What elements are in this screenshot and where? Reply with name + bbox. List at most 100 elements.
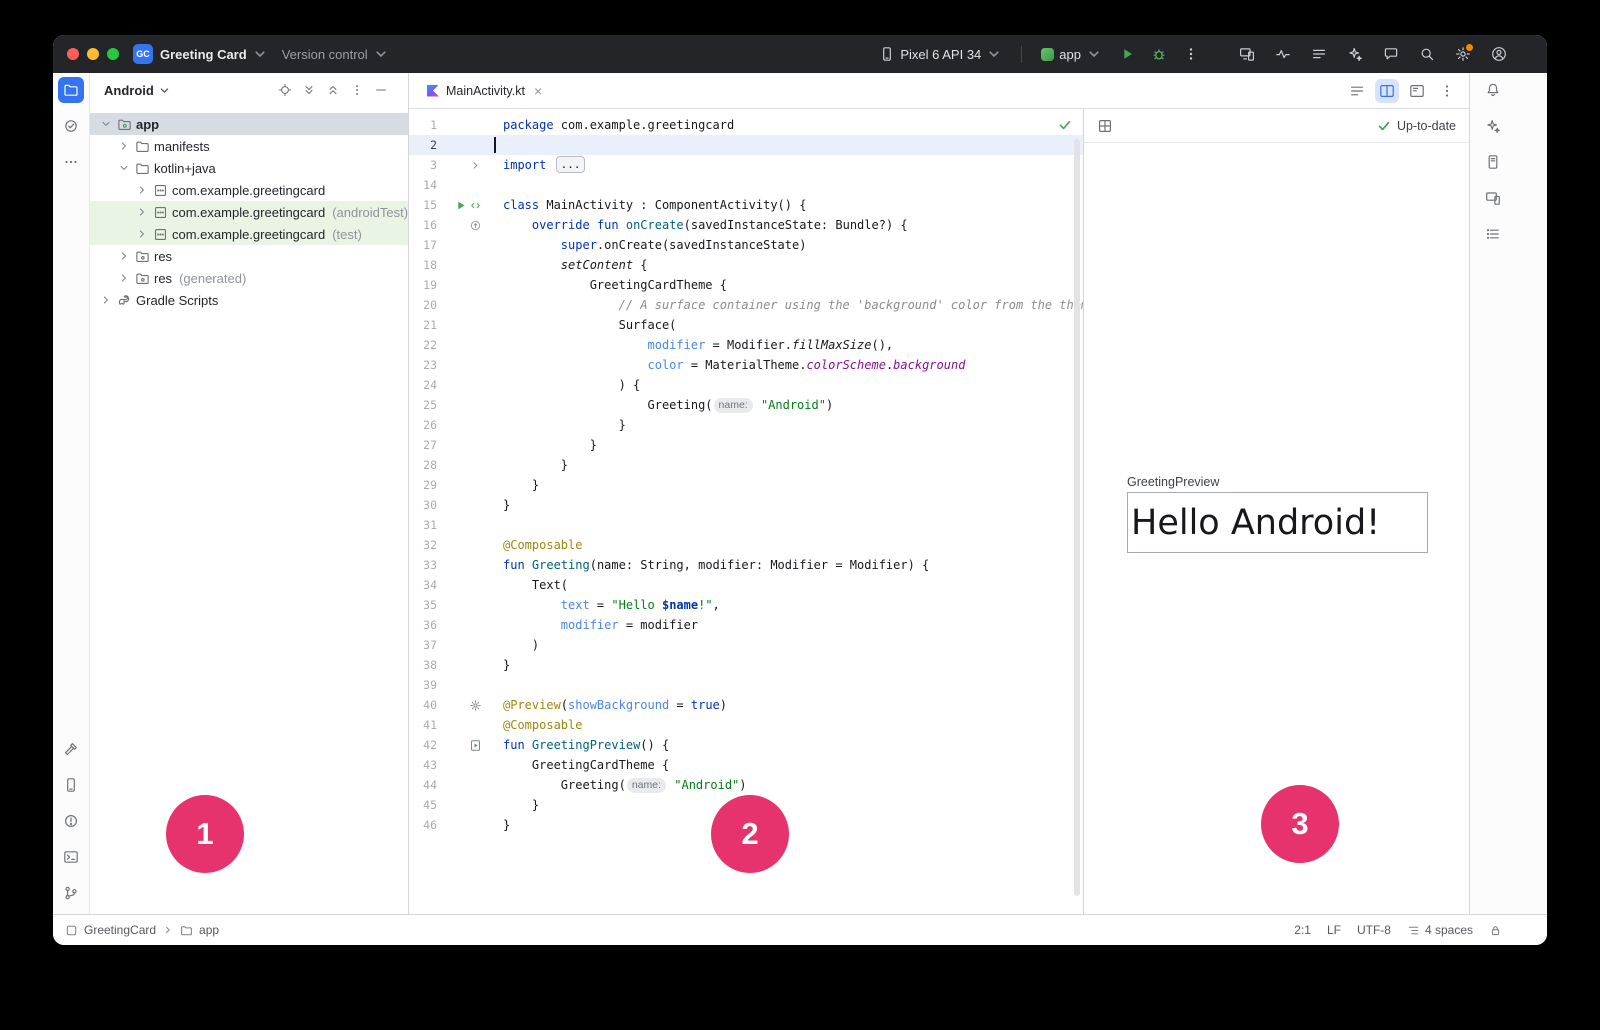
chevron-right-icon[interactable]	[135, 205, 149, 219]
run-icon[interactable]	[454, 199, 467, 212]
logcat-button[interactable]	[1480, 221, 1506, 247]
code-line[interactable]: 16 override fun onCreate(savedInstanceSt…	[409, 215, 1083, 235]
code-line[interactable]: 41@Composable	[409, 715, 1083, 735]
zoom-button[interactable]	[107, 48, 119, 60]
code-icon[interactable]	[469, 199, 482, 212]
code-line[interactable]: 24 ) {	[409, 375, 1083, 395]
run-button[interactable]	[1113, 40, 1141, 68]
tree-item-manifests[interactable]: manifests	[90, 135, 408, 157]
hide-button[interactable]	[370, 79, 392, 101]
code-line[interactable]: 42fun GreetingPreview() {	[409, 735, 1083, 755]
preview-frame[interactable]: Hello Android!	[1127, 492, 1428, 553]
code-line[interactable]: 27 }	[409, 435, 1083, 455]
override-icon[interactable]	[469, 219, 482, 232]
code-line[interactable]: 37 )	[409, 635, 1083, 655]
design-view-button[interactable]	[1405, 79, 1429, 103]
code-line[interactable]: 40@Preview(showBackground = true)	[409, 695, 1083, 715]
code-line[interactable]: 20 // A surface container using the 'bac…	[409, 295, 1083, 315]
code-line[interactable]: 31	[409, 515, 1083, 535]
code-line[interactable]: 29 }	[409, 475, 1083, 495]
version-control-button[interactable]	[58, 880, 84, 906]
code-line[interactable]: 18 setContent {	[409, 255, 1083, 275]
code-line[interactable]: 35 text = "Hello $name!",	[409, 595, 1083, 615]
more-button[interactable]	[1435, 79, 1459, 103]
line-separator[interactable]: LF	[1327, 923, 1341, 937]
tree-item-kotlin-java[interactable]: kotlin+java	[90, 157, 408, 179]
indent-setting[interactable]: 4 spaces	[1407, 923, 1473, 937]
more-tool-windows-button[interactable]	[58, 149, 84, 175]
settings-button[interactable]	[1449, 40, 1477, 68]
commit-button[interactable]	[58, 113, 84, 139]
code-line[interactable]: 22 modifier = Modifier.fillMaxSize(),	[409, 335, 1083, 355]
file-encoding[interactable]: UTF-8	[1357, 923, 1391, 937]
build-button[interactable]	[58, 736, 84, 762]
code-line[interactable]: 44 Greeting(name: "Android")	[409, 775, 1083, 795]
device-mirror-button[interactable]	[1233, 40, 1261, 68]
close-button[interactable]	[67, 48, 79, 60]
tree-item-res[interactable]: res	[90, 245, 408, 267]
chevron-right-icon[interactable]	[135, 183, 149, 197]
assistant-button[interactable]	[1480, 113, 1506, 139]
code-line[interactable]: 36 modifier = modifier	[409, 615, 1083, 635]
code-line[interactable]: 17 super.onCreate(savedInstanceState)	[409, 235, 1083, 255]
chevron-right-icon[interactable]	[99, 293, 113, 307]
close-tab-icon[interactable]: ×	[534, 84, 542, 98]
run-preview-icon[interactable]	[469, 739, 482, 752]
code-line[interactable]: 34 Text(	[409, 575, 1083, 595]
device-manager-button[interactable]	[58, 772, 84, 798]
tab-mainactivity[interactable]: MainActivity.kt ×	[417, 73, 552, 108]
code-line[interactable]: 25 Greeting(name: "Android")	[409, 395, 1083, 415]
project-button[interactable]	[58, 77, 84, 103]
split-view-button[interactable]	[1375, 79, 1399, 103]
problems-button[interactable]	[58, 808, 84, 834]
code-line[interactable]: 30}	[409, 495, 1083, 515]
fold-icon[interactable]	[469, 159, 482, 172]
breadcrumb-project[interactable]: GreetingCard	[84, 923, 156, 937]
tree-item-com-example-greetingcard[interactable]: com.example.greetingcard(test)	[90, 223, 408, 245]
code-line[interactable]: 1package com.example.greetingcard	[409, 115, 1083, 135]
more-actions-button[interactable]	[1177, 40, 1205, 68]
version-control-menu[interactable]: Version control	[275, 42, 396, 66]
minimize-button[interactable]	[87, 48, 99, 60]
tree-item-app[interactable]: app	[90, 113, 408, 135]
search-button[interactable]	[1413, 40, 1441, 68]
chevron-right-icon[interactable]	[117, 139, 131, 153]
debug-button[interactable]	[1145, 40, 1173, 68]
code-line[interactable]: 39	[409, 675, 1083, 695]
project-menu[interactable]: Greeting Card	[153, 42, 275, 66]
preview-grid-icon[interactable]	[1097, 118, 1113, 134]
feedback-button[interactable]	[1377, 40, 1405, 68]
avatar[interactable]	[1485, 40, 1513, 68]
inspections-ok-icon[interactable]	[1057, 117, 1073, 133]
code-line[interactable]: 15class MainActivity : ComponentActivity…	[409, 195, 1083, 215]
collapse-all-button[interactable]	[322, 79, 344, 101]
breadcrumb-module[interactable]: app	[199, 923, 219, 937]
todo-button[interactable]	[1305, 40, 1333, 68]
code-line[interactable]: 3import ...	[409, 155, 1083, 175]
code-line[interactable]: 32@Composable	[409, 535, 1083, 555]
code-view-button[interactable]	[1345, 79, 1369, 103]
code-line[interactable]: 19 GreetingCardTheme {	[409, 275, 1083, 295]
code-editor[interactable]: 1package com.example.greetingcard23impor…	[409, 109, 1083, 914]
more-button[interactable]	[346, 79, 368, 101]
expand-all-button[interactable]	[298, 79, 320, 101]
code-line[interactable]: 23 color = MaterialTheme.colorScheme.bac…	[409, 355, 1083, 375]
tree-item-com-example-greetingcard[interactable]: com.example.greetingcard(androidTest)	[90, 201, 408, 223]
chevron-down-icon[interactable]	[117, 161, 131, 175]
tree-item-res[interactable]: res(generated)	[90, 267, 408, 289]
code-line[interactable]: 43 GreetingCardTheme {	[409, 755, 1083, 775]
code-line[interactable]: 33fun Greeting(name: String, modifier: M…	[409, 555, 1083, 575]
chevron-right-icon[interactable]	[117, 271, 131, 285]
code-line[interactable]: 26 }	[409, 415, 1083, 435]
chevron-right-icon[interactable]	[117, 249, 131, 263]
code-line[interactable]: 38}	[409, 655, 1083, 675]
code-line[interactable]: 21 Surface(	[409, 315, 1083, 335]
gear-icon[interactable]	[469, 699, 482, 712]
locate-button[interactable]	[274, 79, 296, 101]
code-line[interactable]: 28 }	[409, 455, 1083, 475]
editor-scrollbar[interactable]	[1074, 139, 1080, 896]
code-line[interactable]: 14	[409, 175, 1083, 195]
ai-assistant-button[interactable]	[1341, 40, 1369, 68]
cursor-position[interactable]: 2:1	[1294, 923, 1311, 937]
lock-icon[interactable]	[1489, 924, 1502, 937]
